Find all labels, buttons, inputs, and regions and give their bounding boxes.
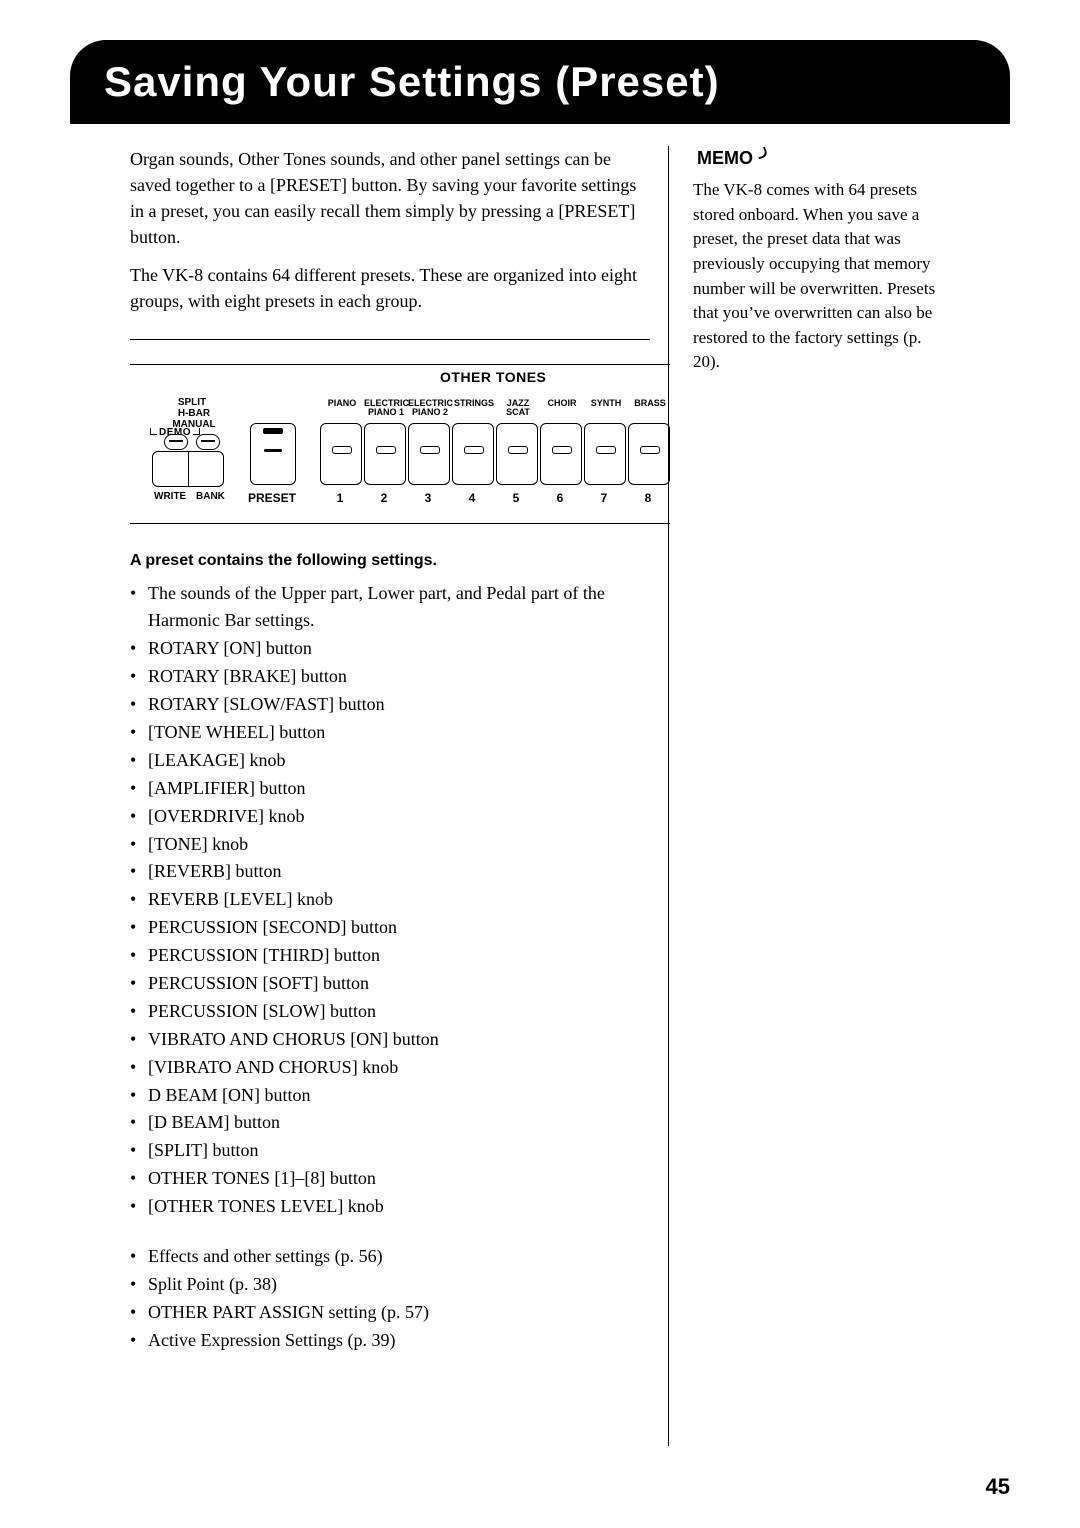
tone-slot-icon xyxy=(464,446,484,454)
settings-b-item: Split Point (p. 38) xyxy=(130,1271,650,1299)
settings-list-b: Effects and other settings (p. 56)Split … xyxy=(130,1243,650,1355)
settings-a-item: PERCUSSION [SLOW] button xyxy=(130,998,650,1026)
tone-label-3: ELECTRICPIANO 2 xyxy=(408,399,452,418)
page-number: 45 xyxy=(986,1474,1010,1500)
tone-number-4: 4 xyxy=(452,491,492,505)
settings-a-item: ROTARY [SLOW/FAST] button xyxy=(130,691,650,719)
tone-slot-icon xyxy=(552,446,572,454)
split-hbar-group: SPLIT H-BAR MANUAL xyxy=(152,387,232,450)
settings-a-item: PERCUSSION [SECOND] button xyxy=(130,914,650,942)
chapter-title-block: Saving Your Settings (Preset) xyxy=(70,40,1010,124)
panel-diagram: OTHER TONES SPLIT H-BAR MANUAL DEMO xyxy=(130,364,670,524)
preset-bar-icon xyxy=(264,449,282,452)
hbar-label-line1: H-BAR xyxy=(172,408,215,419)
tone-number-7: 7 xyxy=(584,491,624,505)
split-label: SPLIT xyxy=(178,397,206,408)
settings-a-item: OTHER TONES [1]–[8] button xyxy=(130,1165,650,1193)
settings-b-item: OTHER PART ASSIGN setting (p. 57) xyxy=(130,1299,650,1327)
tone-button-1-icon xyxy=(320,423,362,485)
tone-number-2: 2 xyxy=(364,491,404,505)
tone-slot-icon xyxy=(640,446,660,454)
settings-a-item: [VIBRATO AND CHORUS] knob xyxy=(130,1054,650,1082)
tone-button-6-icon xyxy=(540,423,582,485)
tone-button-2-icon xyxy=(364,423,406,485)
settings-a-item: PERCUSSION [SOFT] button xyxy=(130,970,650,998)
settings-a-item: [TONE WHEEL] button xyxy=(130,719,650,747)
settings-a-item: D BEAM [ON] button xyxy=(130,1082,650,1110)
tone-button-3-icon xyxy=(408,423,450,485)
intro-paragraph-1: Organ sounds, Other Tones sounds, and ot… xyxy=(130,146,650,250)
settings-a-item: [REVERB] button xyxy=(130,858,650,886)
tone-number-8: 8 xyxy=(628,491,668,505)
settings-list-a: The sounds of the Upper part, Lower part… xyxy=(130,580,650,1221)
tone-slot-icon xyxy=(596,446,616,454)
tone-label-2: ELECTRICPIANO 1 xyxy=(364,399,408,418)
memo-icon: MEMO xyxy=(693,146,757,170)
other-tones-heading: OTHER TONES xyxy=(440,369,546,385)
settings-a-item: ROTARY [BRAKE] button xyxy=(130,663,650,691)
memo-body: The VK-8 comes with 64 presets stored on… xyxy=(693,178,938,375)
intro-paragraph-2: The VK-8 contains 64 different presets. … xyxy=(130,262,650,314)
settings-a-item: [AMPLIFIER] button xyxy=(130,775,650,803)
tone-label-7: SYNTH xyxy=(584,399,628,408)
settings-b-item: Effects and other settings (p. 56) xyxy=(130,1243,650,1271)
chapter-title: Saving Your Settings (Preset) xyxy=(104,58,976,106)
main-row: Organ sounds, Other Tones sounds, and ot… xyxy=(70,146,1010,1446)
preset-led-icon xyxy=(263,428,283,434)
tone-slot-icon xyxy=(420,446,440,454)
settings-a-item: [D BEAM] button xyxy=(130,1109,650,1137)
tone-label-4: STRINGS xyxy=(452,399,496,408)
settings-a-item: VIBRATO AND CHORUS [ON] button xyxy=(130,1026,650,1054)
tone-label-6: CHOIR xyxy=(540,399,584,408)
tone-number-1: 1 xyxy=(320,491,360,505)
preset-button-icon xyxy=(250,423,296,485)
tone-number-6: 6 xyxy=(540,491,580,505)
settings-a-item: The sounds of the Upper part, Lower part… xyxy=(130,580,650,636)
tone-button-7-icon xyxy=(584,423,626,485)
write-bank-separator xyxy=(188,452,189,486)
settings-a-item: [TONE] knob xyxy=(130,831,650,859)
tone-button-5-icon xyxy=(496,423,538,485)
write-label: WRITE xyxy=(154,491,186,502)
settings-b-item: Active Expression Settings (p. 39) xyxy=(130,1327,650,1355)
tone-slot-icon xyxy=(508,446,528,454)
settings-a-item: [OTHER TONES LEVEL] knob xyxy=(130,1193,650,1221)
write-bank-button-icon xyxy=(152,451,224,487)
tone-label-5: JAZZSCAT xyxy=(496,399,540,418)
settings-a-item: [OVERDRIVE] knob xyxy=(130,803,650,831)
page: Saving Your Settings (Preset) Organ soun… xyxy=(0,0,1080,1528)
right-sidebar: MEMO The VK-8 comes with 64 presets stor… xyxy=(668,146,938,1446)
tone-number-5: 5 xyxy=(496,491,536,505)
tone-button-8-icon xyxy=(628,423,670,485)
settings-a-item: PERCUSSION [THIRD] button xyxy=(130,942,650,970)
settings-a-item: ROTARY [ON] button xyxy=(130,635,650,663)
tone-slot-icon xyxy=(332,446,352,454)
tone-label-1: PIANO xyxy=(320,399,364,408)
tone-slot-icon xyxy=(376,446,396,454)
tone-label-8: BRASS xyxy=(628,399,672,408)
demo-label: DEMO xyxy=(150,427,200,438)
tone-button-4-icon xyxy=(452,423,494,485)
preset-label: PRESET xyxy=(248,491,296,505)
rule-above-panel xyxy=(130,339,650,340)
left-column: Organ sounds, Other Tones sounds, and ot… xyxy=(70,146,650,1377)
preset-contains-heading: A preset contains the following settings… xyxy=(130,552,650,570)
tone-number-3: 3 xyxy=(408,491,448,505)
settings-a-item: REVERB [LEVEL] knob xyxy=(130,886,650,914)
settings-a-item: [SPLIT] button xyxy=(130,1137,650,1165)
bank-label: BANK xyxy=(196,491,225,502)
settings-a-item: [LEAKAGE] knob xyxy=(130,747,650,775)
